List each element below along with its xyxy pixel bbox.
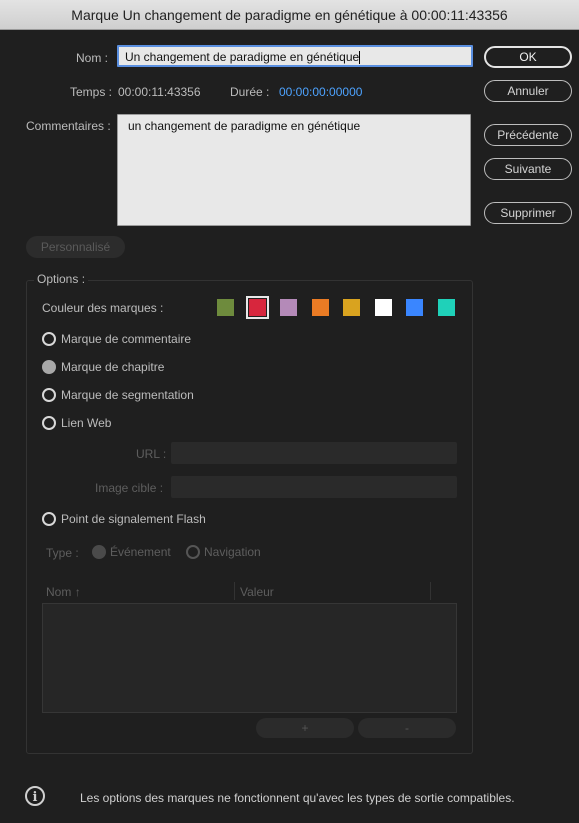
radio-circle: [186, 545, 200, 559]
radio-label: Navigation: [204, 545, 261, 559]
radio-web-link[interactable]: Lien Web: [42, 416, 111, 430]
radio-label: Événement: [110, 545, 171, 559]
radio-circle: [42, 388, 56, 402]
remove-cue-button[interactable]: -: [358, 718, 456, 738]
color-swatch-3[interactable]: [280, 299, 297, 316]
radio-circle: [42, 332, 56, 346]
cancel-button[interactable]: Annuler: [484, 80, 572, 102]
table-divider: [234, 582, 235, 600]
comments-value: un changement de paradigme en génétique: [128, 119, 361, 133]
duration-label: Durée :: [230, 85, 270, 99]
info-icon: i: [25, 786, 45, 806]
delete-button[interactable]: Supprimer: [484, 202, 572, 224]
url-label: URL :: [136, 447, 167, 461]
radio-circle: [42, 416, 56, 430]
ok-button[interactable]: OK: [484, 46, 572, 68]
radio-chapter-marker[interactable]: Marque de chapitre: [42, 360, 164, 374]
type-label: Type :: [46, 546, 79, 560]
color-swatch-8[interactable]: [437, 299, 455, 316]
name-input[interactable]: Un changement de paradigme en génétique: [117, 45, 473, 67]
options-legend: Options :: [34, 272, 89, 286]
next-button[interactable]: Suivante: [484, 158, 572, 180]
comments-textarea[interactable]: un changement de paradigme en génétique: [117, 114, 471, 226]
name-input-value: Un changement de paradigme en génétique: [125, 50, 360, 64]
target-label: Image cible :: [95, 481, 164, 495]
radio-circle: [42, 512, 56, 526]
radio-type-event[interactable]: Événement: [92, 545, 171, 559]
arrow-up-icon: ↑: [74, 585, 81, 599]
add-cue-button[interactable]: +: [256, 718, 354, 738]
radio-label: Lien Web: [61, 416, 112, 430]
target-input[interactable]: [171, 476, 457, 498]
table-header-name[interactable]: Nom ↑: [46, 585, 81, 599]
radio-label: Marque de segmentation: [61, 388, 194, 402]
color-swatch-4[interactable]: [311, 299, 329, 316]
time-label: Temps :: [70, 85, 113, 99]
color-swatches: [217, 296, 467, 319]
time-value: 00:00:11:43356: [118, 85, 201, 99]
comments-label: Commentaires :: [26, 119, 111, 133]
radio-circle-selected: [42, 360, 56, 374]
radio-comment-marker[interactable]: Marque de commentaire: [42, 332, 191, 346]
url-input[interactable]: [171, 442, 457, 464]
table-header-value[interactable]: Valeur: [240, 585, 274, 599]
text-cursor: [359, 51, 361, 65]
color-swatch-6[interactable]: [374, 299, 392, 316]
radio-label: Marque de chapitre: [61, 360, 165, 374]
radio-label: Marque de commentaire: [61, 332, 192, 346]
color-swatch-5[interactable]: [343, 299, 360, 316]
radio-label: Point de signalement Flash: [61, 512, 206, 526]
previous-button[interactable]: Précédente: [484, 124, 572, 146]
radio-flash-cue[interactable]: Point de signalement Flash: [42, 512, 206, 526]
color-swatch-7[interactable]: [406, 299, 423, 316]
radio-segmentation-marker[interactable]: Marque de segmentation: [42, 388, 194, 402]
table-header-name-label: Nom: [46, 585, 72, 599]
color-swatch-2[interactable]: [245, 296, 269, 319]
color-swatch-1[interactable]: [217, 299, 234, 316]
color-label: Couleur des marques :: [42, 301, 164, 315]
custom-button[interactable]: Personnalisé: [26, 236, 125, 258]
cue-table-body[interactable]: [42, 603, 457, 713]
radio-circle-selected: [92, 545, 106, 559]
radio-type-navigation[interactable]: Navigation: [186, 545, 261, 559]
window-title: Marque Un changement de paradigme en gén…: [0, 0, 579, 30]
footer-note: Les options des marques ne fonctionnent …: [80, 791, 515, 805]
table-divider: [430, 582, 431, 600]
name-label: Nom :: [76, 51, 109, 65]
duration-value[interactable]: 00:00:00:00000: [279, 85, 362, 99]
